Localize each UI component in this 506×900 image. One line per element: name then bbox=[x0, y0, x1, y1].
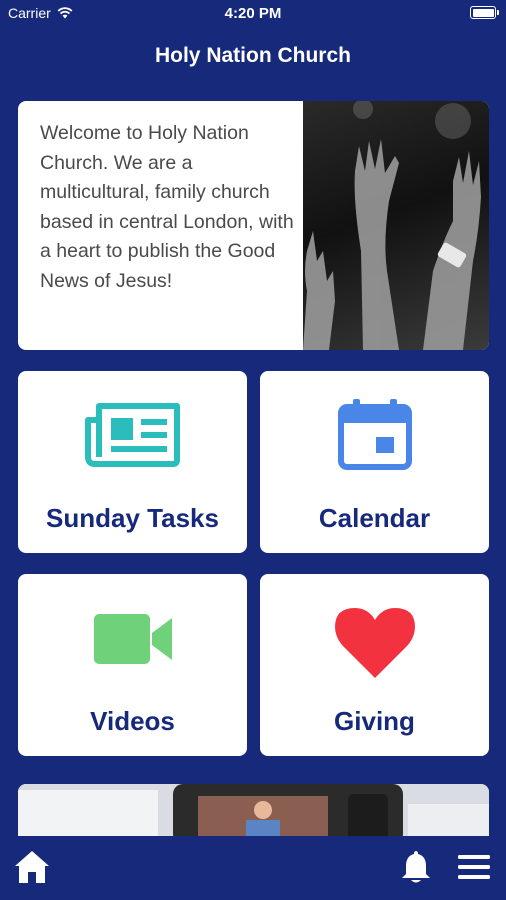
videos-tile[interactable]: Videos bbox=[18, 574, 247, 756]
status-time: 4:20 PM bbox=[224, 5, 282, 22]
videos-label: Videos bbox=[90, 706, 175, 736]
calendar-icon bbox=[260, 399, 489, 471]
video-banner-image[interactable] bbox=[18, 784, 489, 844]
calendar-label: Calendar bbox=[318, 503, 431, 533]
video-camera-icon bbox=[18, 612, 247, 666]
worship-hands-photo bbox=[303, 101, 489, 350]
sunday-tasks-label: Sunday Tasks bbox=[46, 503, 219, 533]
bell-icon[interactable] bbox=[400, 849, 432, 890]
status-bar: Carrier 4:20 PM bbox=[0, 0, 506, 28]
sunday-tasks-tile[interactable]: Sunday Tasks bbox=[18, 371, 247, 553]
battery-icon bbox=[470, 6, 499, 19]
calendar-tile[interactable]: Calendar bbox=[260, 371, 489, 553]
page-title: Holy Nation Church bbox=[154, 44, 351, 67]
welcome-card[interactable]: Welcome to Holy Nation Church. We are a … bbox=[18, 101, 489, 350]
giving-label: Giving bbox=[334, 706, 415, 736]
bottom-nav-bar bbox=[0, 836, 506, 900]
heart-icon bbox=[260, 606, 489, 680]
menu-icon[interactable] bbox=[458, 854, 490, 885]
home-icon[interactable] bbox=[13, 849, 51, 890]
newspaper-icon bbox=[18, 402, 247, 468]
welcome-text: Welcome to Holy Nation Church. We are a … bbox=[40, 122, 294, 292]
giving-tile[interactable]: Giving bbox=[260, 574, 489, 756]
